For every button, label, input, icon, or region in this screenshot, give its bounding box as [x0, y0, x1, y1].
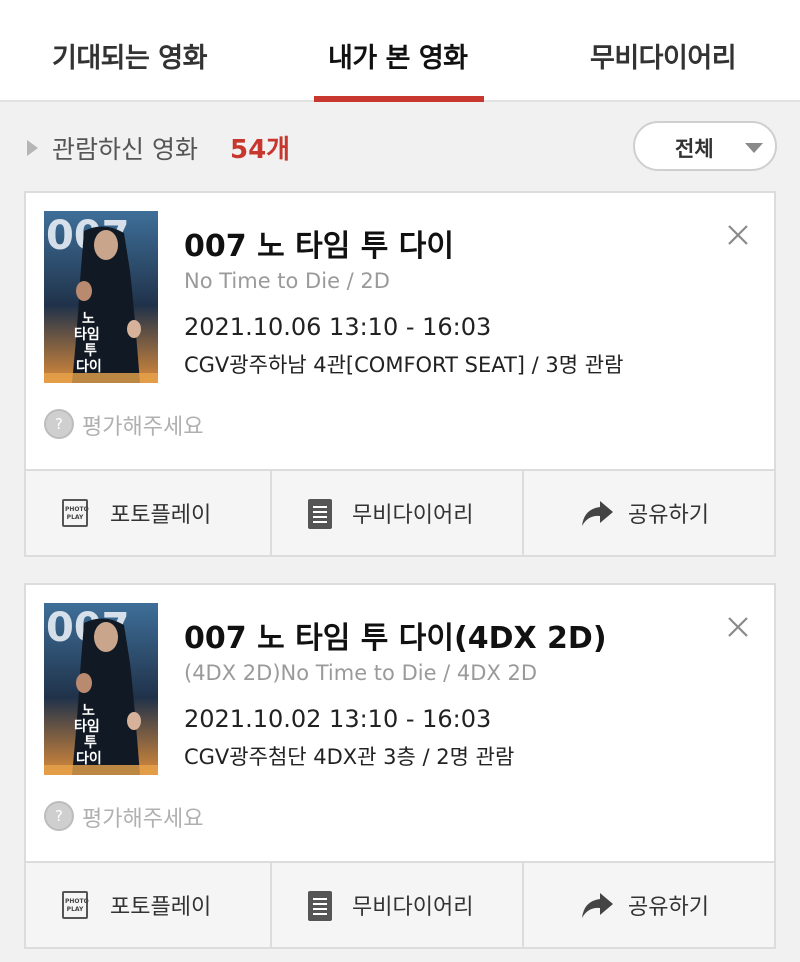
svg-text:타임: 타임 [74, 327, 100, 343]
movie-title[interactable]: 007 노 타임 투 다이(4DX 2D) [184, 613, 607, 657]
tab-expected-movies[interactable]: 기대되는 영화 [52, 36, 207, 75]
photoplay-icon: PHOTO PLAY [62, 499, 89, 527]
svg-text:타임: 타임 [74, 719, 100, 735]
share-label: 공유하기 [628, 503, 709, 528]
filter-dropdown[interactable]: 전체 [633, 121, 777, 171]
svg-text:투: 투 [84, 735, 97, 751]
document-icon [308, 891, 332, 921]
share-arrow-icon [582, 893, 613, 918]
movie-subtitle: No Time to Die / 2D [184, 269, 390, 293]
movie-card: 007 노 타임 투 다이 007 노 타임 투 다이(4DX 2D) (4DX… [24, 583, 776, 949]
poster-image: 007 노 타임 투 다이 [44, 603, 158, 775]
theater-info: CGV광주첨단 4DX관 3층 / 2명 관람 [184, 745, 515, 769]
document-icon [308, 499, 332, 529]
svg-text:노: 노 [82, 311, 95, 327]
movie-diary-button[interactable]: 무비다이어리 [272, 471, 524, 555]
close-icon[interactable] [726, 223, 750, 247]
triangle-bullet-icon [27, 140, 38, 156]
tab-movie-diary[interactable]: 무비다이어리 [590, 36, 737, 75]
showtime: 2021.10.06 13:10 - 16:03 [184, 313, 492, 341]
photoplay-label: 포토플레이 [110, 503, 212, 528]
svg-text:다이: 다이 [76, 358, 102, 375]
chevron-down-icon [745, 143, 763, 153]
watched-count-label: 관람하신 영화 [52, 135, 198, 164]
rate-prompt-label: 평가해주세요 [82, 415, 204, 440]
movie-poster[interactable]: 007 노 타임 투 다이 [44, 211, 158, 383]
movie-subtitle: (4DX 2D)No Time to Die / 4DX 2D [184, 661, 538, 685]
watched-count-value: 54개 [230, 135, 291, 165]
share-arrow-icon [582, 501, 613, 526]
svg-text:노: 노 [82, 703, 95, 719]
card-action-bar: PHOTO PLAY 포토플레이 무비다이어리 공유하기 [26, 469, 774, 555]
question-icon: ? [44, 801, 74, 831]
photoplay-label: 포토플레이 [110, 895, 212, 920]
svg-text:투: 투 [84, 343, 97, 359]
movie-title[interactable]: 007 노 타임 투 다이 [184, 221, 454, 265]
movie-diary-button[interactable]: 무비다이어리 [272, 863, 524, 947]
active-tab-indicator [314, 96, 484, 102]
movie-diary-label: 무비다이어리 [352, 895, 474, 920]
showtime: 2021.10.02 13:10 - 16:03 [184, 705, 492, 733]
share-button[interactable]: 공유하기 [524, 863, 774, 947]
tab-watched-movies[interactable]: 내가 본 영화 [328, 36, 468, 75]
card-action-bar: PHOTO PLAY 포토플레이 무비다이어리 공유하기 [26, 861, 774, 947]
photoplay-button[interactable]: PHOTO PLAY 포토플레이 [26, 863, 272, 947]
tab-bar: 기대되는 영화 내가 본 영화 무비다이어리 [0, 0, 800, 102]
poster-image: 007 노 타임 투 다이 [44, 211, 158, 383]
question-icon: ? [44, 409, 74, 439]
photoplay-icon: PHOTO PLAY [62, 891, 89, 919]
svg-text:다이: 다이 [76, 750, 102, 767]
movie-poster[interactable]: 007 노 타임 투 다이 [44, 603, 158, 775]
movie-diary-label: 무비다이어리 [352, 503, 474, 528]
rate-prompt-label: 평가해주세요 [82, 807, 204, 832]
share-button[interactable]: 공유하기 [524, 471, 774, 555]
theater-info: CGV광주하남 4관[COMFORT SEAT] / 3명 관람 [184, 353, 624, 377]
movie-card: 007 노 타임 투 다이 007 노 타임 투 다이 No Time to D… [24, 191, 776, 557]
filter-dropdown-label: 전체 [675, 137, 714, 161]
close-icon[interactable] [726, 615, 750, 639]
photoplay-button[interactable]: PHOTO PLAY 포토플레이 [26, 471, 272, 555]
share-label: 공유하기 [628, 895, 709, 920]
